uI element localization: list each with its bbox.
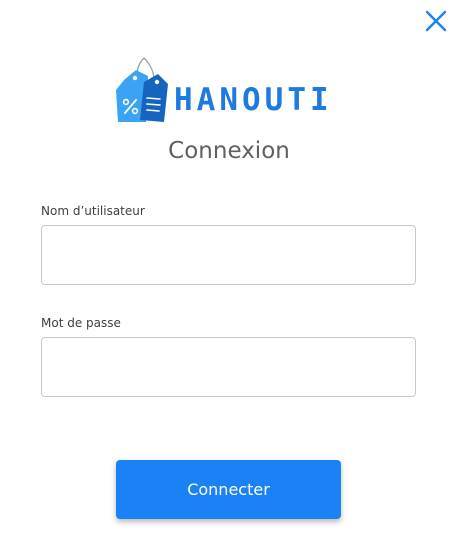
username-input[interactable] — [41, 225, 416, 285]
price-tag-icon — [116, 57, 168, 122]
brand-logo: HANOUTI — [114, 54, 344, 126]
connect-button[interactable]: Connecter — [116, 460, 341, 519]
username-label: Nom d’utilisateur — [41, 204, 145, 218]
password-input[interactable] — [41, 337, 416, 397]
brand-name: HANOUTI — [174, 82, 333, 118]
login-dialog: HANOUTI Connexion Nom d’utilisateur Mot … — [0, 0, 458, 551]
password-label: Mot de passe — [41, 316, 121, 330]
close-icon[interactable] — [423, 8, 449, 34]
page-title: Connexion — [168, 138, 290, 164]
